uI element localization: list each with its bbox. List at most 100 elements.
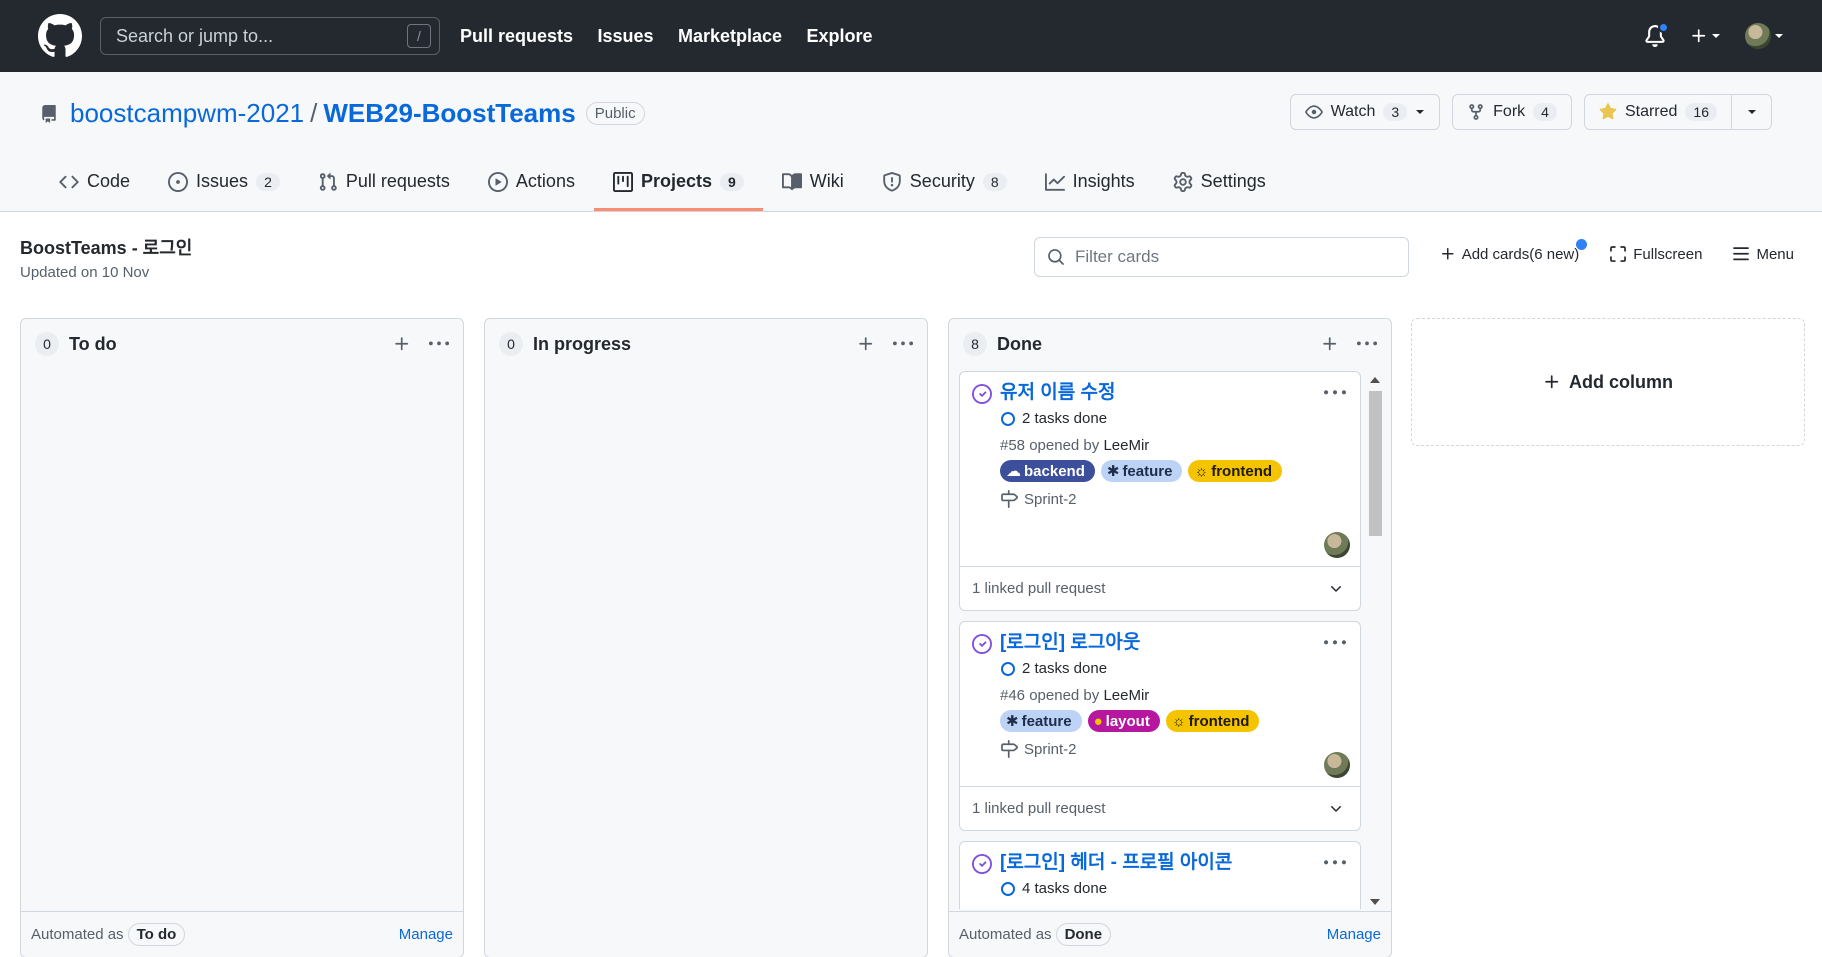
milestone[interactable]: Sprint-2: [1000, 740, 1350, 758]
gear-icon: [1173, 171, 1192, 192]
assignee-avatar[interactable]: [1324, 532, 1350, 558]
tab-issues[interactable]: Issues 2: [149, 155, 299, 211]
nav-pull-requests[interactable]: Pull requests: [460, 26, 573, 46]
issue-closed-icon: [972, 634, 992, 654]
tab-security[interactable]: Security 8: [863, 155, 1026, 211]
author-link[interactable]: LeeMir: [1103, 687, 1149, 704]
card-menu-icon[interactable]: [1324, 632, 1346, 654]
fullscreen-button[interactable]: Fullscreen: [1609, 245, 1702, 263]
star-button[interactable]: Starred 16: [1583, 94, 1772, 130]
tab-label: Settings: [1200, 171, 1266, 191]
tab-actions[interactable]: Actions: [469, 155, 594, 211]
create-new-button[interactable]: [1690, 27, 1721, 45]
column-done: 8 Done 유저 이름 수정 2 tasks done #58 opened …: [948, 318, 1392, 957]
label-emoji: ✱: [1006, 713, 1019, 730]
nav-marketplace[interactable]: Marketplace: [678, 26, 782, 46]
add-column-button[interactable]: Add column: [1411, 318, 1805, 446]
nav-explore[interactable]: Explore: [807, 26, 873, 46]
user-avatar: [1745, 23, 1771, 49]
add-card-plus-icon[interactable]: [1321, 335, 1339, 353]
card-menu-icon[interactable]: [1324, 852, 1346, 874]
add-column-label: Add column: [1569, 371, 1673, 392]
label-feature[interactable]: ✱ feature: [1100, 460, 1183, 482]
column-count: 0: [499, 332, 523, 356]
column-footer: Automated as To do Manage: [21, 911, 463, 957]
tab-pull-requests[interactable]: Pull requests: [299, 155, 469, 211]
add-card-plus-icon[interactable]: [393, 335, 411, 353]
manage-automation-link[interactable]: Manage: [399, 926, 453, 943]
assignee-avatar[interactable]: [1324, 752, 1350, 778]
filter-cards-input[interactable]: Filter cards: [1034, 237, 1409, 277]
menu-label: Menu: [1756, 245, 1794, 263]
watch-button[interactable]: Watch 3: [1289, 94, 1441, 130]
task-progress-text: 4 tasks done: [1022, 880, 1108, 897]
graph-icon: [1044, 172, 1065, 191]
label-text: layout: [1105, 712, 1150, 730]
card-title[interactable]: [로그인] 헤더 - 프로필 아이콘: [1000, 850, 1310, 876]
tab-label: Wiki: [809, 171, 844, 191]
card-title[interactable]: [로그인] 로그아웃: [1000, 630, 1310, 656]
watch-count: 3: [1383, 103, 1408, 121]
issue-card[interactable]: [로그인] 헤더 - 프로필 아이콘 4 tasks done: [959, 841, 1361, 909]
repo-owner-link[interactable]: boostcampwm-2021: [70, 98, 304, 129]
add-card-plus-icon[interactable]: [857, 335, 875, 353]
card-title[interactable]: 유저 이름 수정: [1000, 380, 1310, 406]
milestone-icon: [1001, 490, 1018, 508]
nav-issues[interactable]: Issues: [598, 26, 654, 46]
fullscreen-label: Fullscreen: [1633, 245, 1703, 263]
linked-pull-request-toggle[interactable]: 1 linked pull request: [960, 786, 1360, 830]
card-menu-icon[interactable]: [1324, 382, 1346, 404]
label-feature[interactable]: ✱ feature: [1000, 710, 1082, 732]
add-cards-button[interactable]: Add cards(6 new): [1440, 239, 1588, 263]
chevron-down-icon: [1331, 585, 1341, 592]
scroll-up-arrow-icon[interactable]: [1370, 377, 1380, 383]
global-nav: Pull requests Issues Marketplace Explore: [460, 26, 893, 47]
card-list-scrollbar[interactable]: [1367, 375, 1383, 907]
issue-card[interactable]: 유저 이름 수정 2 tasks done #58 opened by LeeM…: [959, 371, 1361, 611]
tab-label: Security: [909, 171, 975, 191]
tab-code[interactable]: Code: [40, 155, 149, 211]
author-link[interactable]: LeeMir: [1103, 437, 1149, 454]
menu-button[interactable]: Menu: [1732, 245, 1794, 263]
kebab-horizontal-icon[interactable]: [429, 334, 449, 354]
kebab-horizontal-icon[interactable]: [1357, 334, 1377, 354]
label-backend[interactable]: ☁ backend: [1000, 460, 1095, 482]
notifications-button[interactable]: [1644, 22, 1669, 47]
label-frontend[interactable]: ☼ frontend: [1188, 460, 1283, 482]
fork-button[interactable]: Fork 4: [1452, 94, 1572, 130]
tab-projects[interactable]: Projects 9: [593, 155, 763, 211]
tab-count: 9: [720, 172, 744, 191]
tab-wiki[interactable]: Wiki: [763, 155, 863, 211]
hamburger-icon: [1733, 247, 1750, 261]
fullscreen-icon: [1610, 246, 1627, 262]
github-logo-icon[interactable]: [38, 14, 82, 58]
book-icon: [781, 172, 802, 190]
tab-insights[interactable]: Insights: [1026, 155, 1154, 211]
user-menu-button[interactable]: [1745, 23, 1784, 49]
code-icon: [59, 175, 79, 188]
card-list: 유저 이름 수정 2 tasks done #58 opened by LeeM…: [959, 371, 1361, 909]
repo-icon: [42, 104, 56, 123]
linked-pull-request-toggle[interactable]: 1 linked pull request: [960, 566, 1360, 610]
project-title[interactable]: BoostTeams - 로그인: [20, 234, 192, 260]
automated-label: Automated as: [31, 926, 124, 943]
scroll-thumb[interactable]: [1369, 391, 1382, 536]
card-meta: #58 opened by LeeMir: [1000, 437, 1350, 454]
repo-actions: Watch 3 Fork 4 Starred 16: [1289, 94, 1772, 130]
kebab-horizontal-icon[interactable]: [893, 334, 913, 354]
column-header: 8 Done: [949, 319, 1391, 369]
tab-settings[interactable]: Settings: [1154, 155, 1285, 211]
milestone-text: Sprint-2: [1024, 490, 1077, 508]
star-list-dropdown[interactable]: [1731, 95, 1771, 129]
label-frontend[interactable]: ☼ frontend: [1165, 710, 1260, 732]
issue-card[interactable]: [로그인] 로그아웃 2 tasks done #46 opened by Le…: [959, 621, 1361, 831]
scroll-down-arrow-icon[interactable]: [1370, 899, 1380, 905]
repo-name-link[interactable]: WEB29-BoostTeams: [323, 98, 575, 129]
global-search-input[interactable]: Search or jump to... /: [100, 17, 440, 55]
milestone-icon: [1001, 740, 1018, 758]
project-actions: Add cards(6 new) Fullscreen Menu: [1440, 239, 1794, 263]
label-layout[interactable]: ● layout: [1087, 710, 1160, 732]
manage-automation-link[interactable]: Manage: [1327, 926, 1381, 943]
circle-progress-icon: [1001, 661, 1015, 676]
milestone[interactable]: Sprint-2: [1000, 490, 1350, 508]
